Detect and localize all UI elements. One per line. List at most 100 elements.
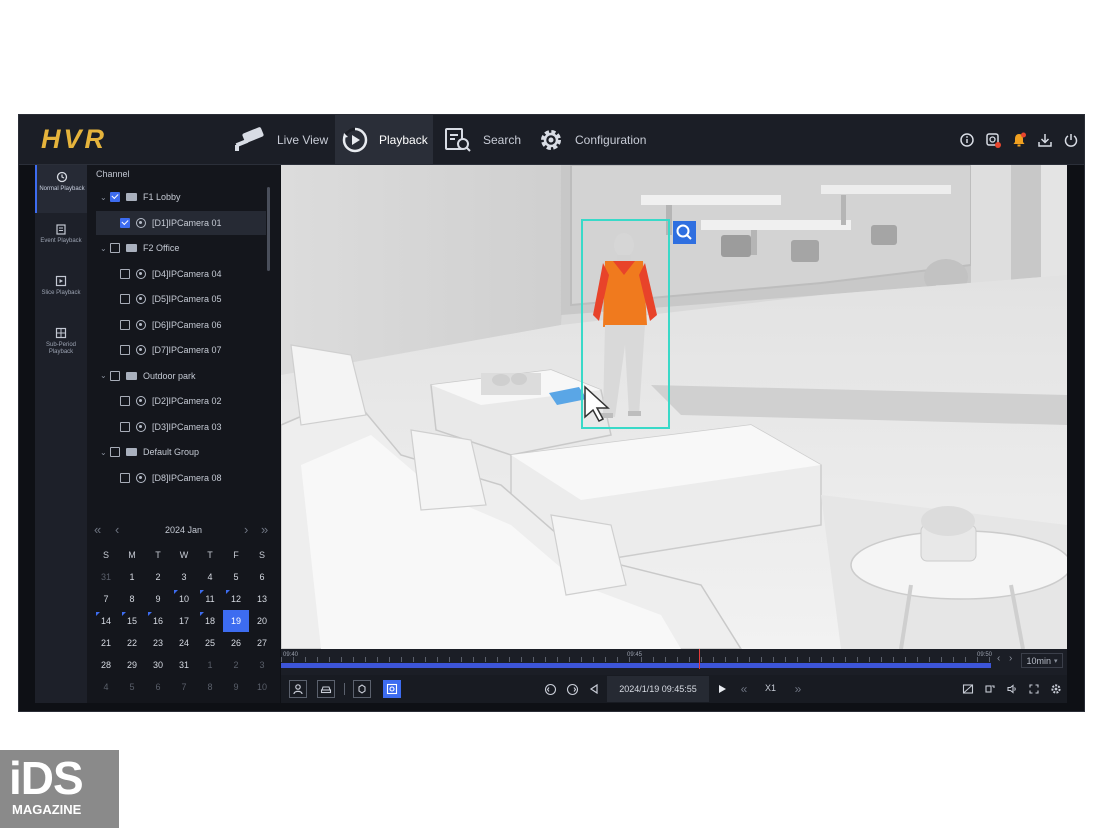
calendar-day[interactable]: 4 xyxy=(93,676,119,698)
calendar-day[interactable]: 5 xyxy=(119,676,145,698)
calendar-day[interactable]: 21 xyxy=(93,632,119,654)
calendar-day[interactable]: 25 xyxy=(197,632,223,654)
volume-button[interactable] xyxy=(1003,680,1021,698)
channel-checkbox[interactable] xyxy=(120,294,130,304)
calendar-day[interactable]: 28 xyxy=(93,654,119,676)
channel-group[interactable]: ⌄ F1 Lobby xyxy=(96,185,266,209)
timeline-playhead[interactable] xyxy=(699,649,700,669)
rail-slice-playback[interactable]: Slice Playback xyxy=(35,269,87,317)
channel-camera[interactable]: [D5]IPCamera 05 xyxy=(96,287,266,311)
info-icon[interactable] xyxy=(959,132,975,148)
download-icon[interactable] xyxy=(1037,132,1053,148)
channel-group[interactable]: ⌄ F2 Office xyxy=(96,236,266,260)
calendar-day[interactable]: 10 xyxy=(249,676,275,698)
slow-down-button[interactable]: « xyxy=(735,680,753,698)
calendar-day[interactable]: 2 xyxy=(223,654,249,676)
calendar-day[interactable]: 10 xyxy=(171,588,197,610)
snapshot-button[interactable] xyxy=(981,680,999,698)
calendar-day[interactable]: 24 xyxy=(171,632,197,654)
clip-button[interactable] xyxy=(959,680,977,698)
nav-configuration[interactable]: Configuration xyxy=(537,115,657,165)
channel-checkbox[interactable] xyxy=(120,396,130,406)
nav-live-view[interactable]: Live View xyxy=(231,115,335,165)
chevron-down-icon[interactable]: ⌄ xyxy=(100,193,110,202)
calendar-day[interactable]: 26 xyxy=(223,632,249,654)
channel-camera[interactable]: [D4]IPCamera 04 xyxy=(96,262,266,286)
calendar-day[interactable]: 30 xyxy=(145,654,171,676)
calendar-day[interactable]: 1 xyxy=(119,566,145,588)
person-filter-button[interactable] xyxy=(289,680,307,698)
calendar-day[interactable]: 3 xyxy=(249,654,275,676)
calendar-day[interactable]: 15 xyxy=(119,610,145,632)
calendar-day[interactable]: 29 xyxy=(119,654,145,676)
smart-search-button[interactable] xyxy=(383,680,401,698)
channel-checkbox[interactable] xyxy=(120,421,130,432)
reverse-play-button[interactable] xyxy=(585,680,603,698)
calendar-day[interactable]: 2 xyxy=(145,566,171,588)
calendar-day[interactable]: 6 xyxy=(145,676,171,698)
channel-camera[interactable]: [D6]IPCamera 06 xyxy=(96,313,266,337)
channel-checkbox[interactable] xyxy=(110,192,120,202)
channel-camera[interactable]: [D7]IPCamera 07 xyxy=(96,338,266,362)
calendar-day[interactable]: 17 xyxy=(171,610,197,632)
detection-zoom-button[interactable] xyxy=(673,221,696,244)
next-month-icon[interactable]: › xyxy=(244,522,248,537)
chevron-down-icon[interactable]: ⌄ xyxy=(100,371,110,380)
speed-up-button[interactable]: » xyxy=(789,680,807,698)
calendar-day[interactable]: 31 xyxy=(171,654,197,676)
play-button[interactable] xyxy=(713,680,731,698)
calendar-day[interactable]: 23 xyxy=(145,632,171,654)
calendar-day[interactable]: 8 xyxy=(119,588,145,610)
calendar-day[interactable]: 16 xyxy=(145,610,171,632)
forward-30s-button[interactable] xyxy=(563,680,581,698)
face-filter-button[interactable] xyxy=(353,680,371,698)
rewind-30s-button[interactable] xyxy=(541,680,559,698)
record-status-icon[interactable] xyxy=(985,132,1001,148)
calendar-day[interactable]: 6 xyxy=(249,566,275,588)
channel-checkbox[interactable] xyxy=(110,447,120,457)
channel-camera[interactable]: [D1]IPCamera 01 xyxy=(96,210,266,235)
calendar-day[interactable]: 8 xyxy=(197,676,223,698)
detection-box[interactable] xyxy=(581,219,670,429)
channel-checkbox[interactable] xyxy=(110,370,120,381)
calendar-day[interactable]: 1 xyxy=(197,654,223,676)
chevron-down-icon[interactable]: ⌄ xyxy=(100,448,110,457)
channel-checkbox[interactable] xyxy=(120,319,130,330)
timeline-zoom-select[interactable]: 10min ▾ xyxy=(1021,653,1063,668)
timeline-prev-icon[interactable]: ‹ xyxy=(997,653,1000,664)
calendar-day[interactable]: 13 xyxy=(249,588,275,610)
rail-event-playback[interactable]: Event Playback xyxy=(35,217,87,265)
vehicle-filter-button[interactable] xyxy=(317,680,335,698)
alarm-bell-icon[interactable] xyxy=(1011,132,1027,148)
calendar-day[interactable]: 14 xyxy=(93,610,119,632)
calendar-day-selected[interactable]: 19 xyxy=(223,610,249,632)
settings-button[interactable] xyxy=(1047,680,1065,698)
channel-checkbox[interactable] xyxy=(120,217,130,228)
calendar-day[interactable]: 9 xyxy=(145,588,171,610)
calendar-day[interactable]: 31 xyxy=(93,566,119,588)
channel-group[interactable]: ⌄ Outdoor park xyxy=(96,364,266,388)
fullscreen-button[interactable] xyxy=(1025,680,1043,698)
calendar-day[interactable]: 22 xyxy=(119,632,145,654)
nav-search[interactable]: Search xyxy=(443,115,533,165)
next-year-icon[interactable]: » xyxy=(261,522,268,537)
timeline-recording-bar[interactable] xyxy=(281,663,991,668)
channel-checkbox[interactable] xyxy=(120,345,130,355)
calendar-day[interactable]: 18 xyxy=(197,610,223,632)
calendar-day[interactable]: 20 xyxy=(249,610,275,632)
channel-checkbox[interactable] xyxy=(120,268,130,279)
rail-normal-playback[interactable]: Normal Playback xyxy=(35,165,87,213)
calendar-day[interactable]: 5 xyxy=(223,566,249,588)
channel-group[interactable]: ⌄ Default Group xyxy=(96,440,266,464)
channel-camera[interactable]: [D2]IPCamera 02 xyxy=(96,389,266,413)
video-view[interactable] xyxy=(281,165,1067,649)
chevron-down-icon[interactable]: ⌄ xyxy=(100,244,110,253)
channel-scrollbar[interactable] xyxy=(267,187,270,271)
calendar-day[interactable]: 9 xyxy=(223,676,249,698)
timeline-next-icon[interactable]: › xyxy=(1009,653,1012,664)
channel-checkbox[interactable] xyxy=(110,243,120,253)
channel-camera[interactable]: [D8]IPCamera 08 xyxy=(96,466,266,490)
channel-camera[interactable]: [D3]IPCamera 03 xyxy=(96,415,266,439)
power-icon[interactable] xyxy=(1063,132,1079,148)
calendar-day[interactable]: 7 xyxy=(93,588,119,610)
